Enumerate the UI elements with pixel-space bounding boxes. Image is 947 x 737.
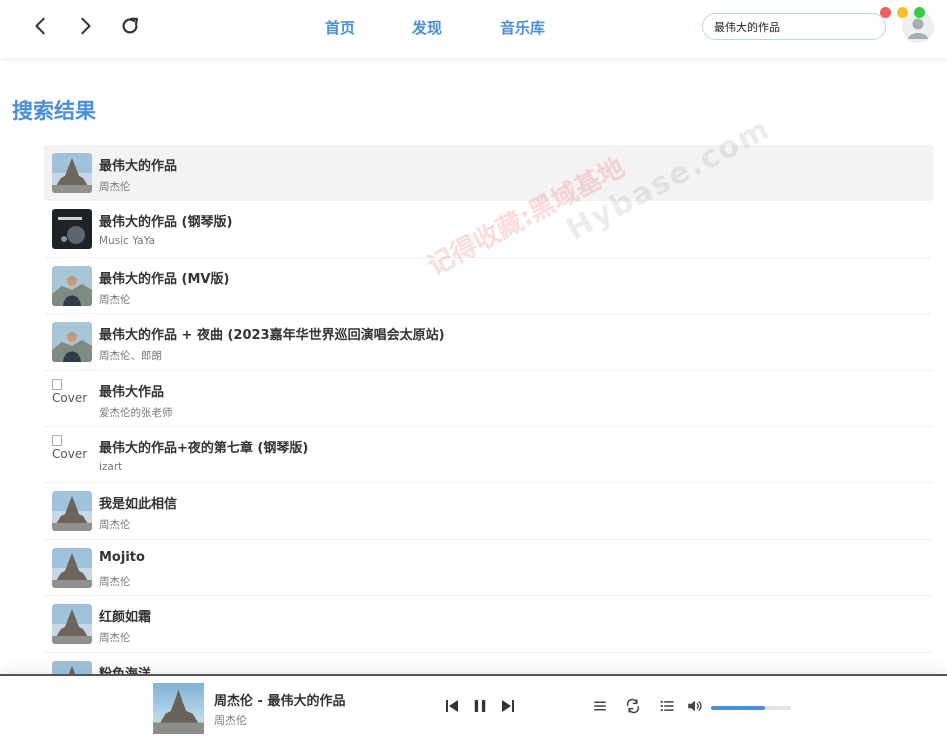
result-row[interactable]: 最伟大的作品 (MV版) 周杰伦 — [44, 258, 933, 315]
now-playing-artist: 周杰伦 — [214, 714, 247, 727]
album-cover-image — [52, 322, 92, 363]
result-row[interactable]: 最伟大的作品 + 夜曲 (2023嘉年华世界巡回演唱会太原站) 周杰伦、郎朗 — [44, 314, 933, 371]
nav-discover[interactable]: 发现 — [412, 17, 442, 38]
refresh-button[interactable] — [116, 12, 144, 40]
result-title: 最伟大的作品 (MV版) — [99, 271, 230, 287]
result-title: 我是如此相信 — [99, 497, 178, 513]
search-input[interactable] — [702, 13, 886, 40]
list-bullets-icon — [660, 700, 674, 712]
result-cover — [52, 153, 92, 193]
broken-image-icon — [52, 378, 62, 390]
page-title: 搜索结果 — [12, 99, 96, 123]
result-artist: 周杰伦 — [99, 519, 131, 532]
result-title: 最伟大的作品+夜的第七章 (钢琴版) — [99, 440, 309, 456]
chevron-right-icon — [81, 17, 91, 35]
album-cover-image — [52, 604, 92, 645]
result-artist: Music YaYa — [99, 235, 156, 248]
result-row[interactable]: Cover 最伟大的作品+夜的第七章 (钢琴版) izart — [44, 427, 933, 484]
now-playing-title: 周杰伦 - 最伟大的作品 — [214, 694, 346, 709]
repeat-button[interactable] — [624, 697, 642, 715]
result-title: Mojito — [99, 549, 145, 565]
window-close-button[interactable] — [880, 7, 891, 18]
previous-button[interactable] — [443, 697, 461, 715]
back-button[interactable] — [27, 12, 55, 40]
volume-button[interactable] — [686, 697, 704, 715]
volume-icon — [688, 700, 702, 712]
result-artist: 周杰伦 — [99, 575, 131, 588]
result-title: 最伟大作品 — [99, 384, 165, 400]
result-artist: 爱杰伦的张老师 — [99, 406, 173, 419]
window-minimize-button[interactable] — [897, 7, 908, 18]
result-row[interactable]: 最伟大的作品 (钢琴版) Music YaYa — [44, 201, 933, 258]
album-cover-image — [52, 491, 92, 532]
album-cover-image — [52, 547, 92, 588]
result-cover — [52, 491, 92, 532]
result-artist: 周杰伦 — [99, 632, 131, 645]
search-results-list: 最伟大的作品 周杰伦 最伟大的作品 (钢琴版) Music YaYa 最伟大的作品 (M… — [44, 145, 933, 709]
cover-alt-text: Cover — [52, 446, 88, 461]
result-row[interactable]: 我是如此相信 周杰伦 — [44, 483, 933, 540]
pause-icon — [474, 700, 486, 712]
forward-button[interactable] — [71, 12, 99, 40]
result-cover — [52, 604, 92, 645]
refresh-icon — [122, 17, 138, 34]
window-maximize-button[interactable] — [914, 7, 925, 18]
album-cover-image — [52, 265, 92, 306]
nav-library[interactable]: 音乐库 — [500, 17, 545, 38]
album-cover-image — [153, 683, 204, 734]
menu-lines-icon — [594, 701, 606, 711]
result-artist: 周杰伦 — [99, 293, 131, 306]
result-title: 最伟大的作品 + 夜曲 (2023嘉年华世界巡回演唱会太原站) — [99, 328, 445, 344]
result-row[interactable]: Cover 最伟大作品爱杰伦的张老师 — [44, 371, 933, 427]
next-button[interactable] — [499, 697, 517, 715]
volume-slider[interactable] — [711, 706, 791, 710]
result-title: 红颜如霜 — [99, 610, 152, 626]
result-artist: 周杰伦 — [99, 181, 131, 193]
now-playing-cover[interactable] — [153, 683, 204, 734]
result-artist: 周杰伦、郎朗 — [99, 350, 162, 363]
result-row[interactable]: 红颜如霜 周杰伦 — [44, 596, 933, 653]
volume-slider-fill — [711, 706, 766, 710]
result-row[interactable]: Mojito 周杰伦 — [44, 540, 933, 597]
album-cover-image — [52, 209, 92, 250]
broken-image-icon — [52, 434, 62, 446]
broken-cover-image: Cover — [52, 434, 92, 475]
pause-button[interactable] — [471, 697, 489, 715]
playlist-button[interactable] — [658, 697, 676, 715]
broken-cover-image: Cover — [52, 378, 92, 419]
skip-previous-icon — [446, 700, 458, 712]
skip-next-icon — [502, 700, 514, 712]
result-cover — [52, 265, 92, 306]
result-title: 最伟大的作品 (钢琴版) — [99, 215, 233, 231]
result-cover — [52, 547, 92, 588]
result-title: 最伟大的作品 — [99, 159, 178, 174]
player-bar: 周杰伦 - 最伟大的作品 周杰伦 — [0, 674, 947, 737]
nav-home[interactable]: 首页 — [325, 17, 355, 38]
chevron-left-icon — [35, 17, 45, 35]
top-bar: 首页 发现 音乐库 — [0, 0, 947, 58]
result-artist: izart — [99, 460, 123, 473]
result-cover — [52, 322, 92, 363]
queue-button[interactable] — [591, 697, 609, 715]
result-cover — [52, 209, 92, 250]
album-cover-image — [52, 153, 92, 193]
result-row[interactable]: 最伟大的作品 周杰伦 — [44, 145, 933, 202]
cover-alt-text: Cover — [52, 390, 88, 405]
repeat-icon — [626, 698, 640, 714]
